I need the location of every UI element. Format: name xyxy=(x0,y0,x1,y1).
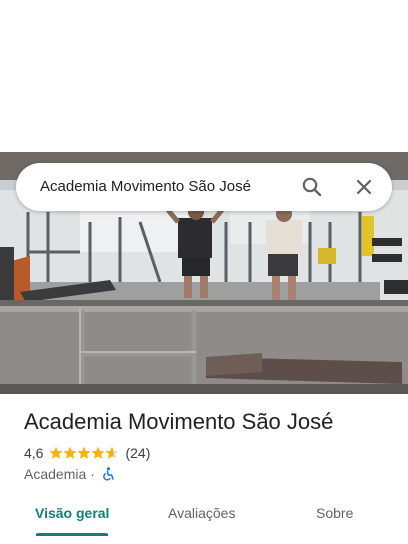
close-icon[interactable] xyxy=(352,175,376,199)
rating-row[interactable]: 4,6 (24) xyxy=(24,444,150,462)
map-blank-area xyxy=(0,0,408,152)
place-category: Academia xyxy=(24,466,87,482)
tab-bar: Visão geral Avaliações Sobre xyxy=(0,496,408,544)
category-row: Academia · xyxy=(24,465,115,483)
tab-avaliacoes[interactable]: Avaliações xyxy=(168,505,235,521)
star-icon xyxy=(92,446,105,459)
search-query-text[interactable]: Academia Movimento São José xyxy=(40,178,251,195)
wheelchair-icon xyxy=(101,467,115,481)
tab-sobre[interactable]: Sobre xyxy=(316,505,353,521)
star-icon xyxy=(64,446,77,459)
star-icon xyxy=(50,446,63,459)
search-bar[interactable]: Academia Movimento São José xyxy=(16,163,392,211)
star-icon xyxy=(106,446,119,459)
star-rating xyxy=(49,446,119,460)
rating-value: 4,6 xyxy=(24,445,44,461)
review-count[interactable]: (24) xyxy=(125,445,150,461)
tab-visao-geral[interactable]: Visão geral xyxy=(35,505,109,521)
place-title: Academia Movimento São José xyxy=(24,409,334,434)
search-icon[interactable] xyxy=(300,175,324,199)
star-icon xyxy=(78,446,91,459)
separator-dot: · xyxy=(90,466,95,482)
active-tab-indicator xyxy=(36,533,108,536)
